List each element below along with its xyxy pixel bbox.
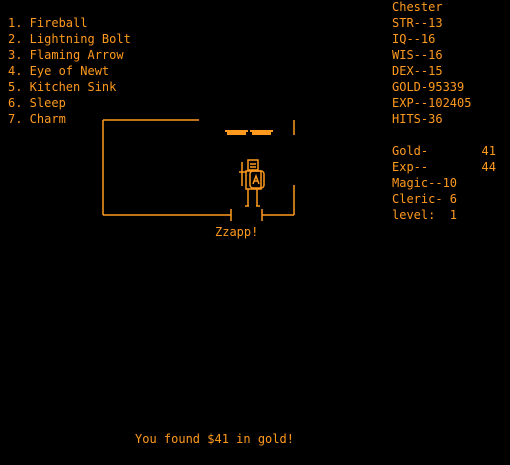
gold-bars-icon[interactable]	[225, 130, 273, 135]
event-message: You found $41 in gold!	[135, 432, 294, 446]
game-screen: 1. Fireball 2. Lightning Bolt 3. Flaming…	[0, 0, 510, 465]
room-walls	[102, 119, 295, 221]
combat-message: Zzapp!	[215, 225, 259, 239]
knight-with-shield-icon[interactable]	[239, 159, 265, 207]
